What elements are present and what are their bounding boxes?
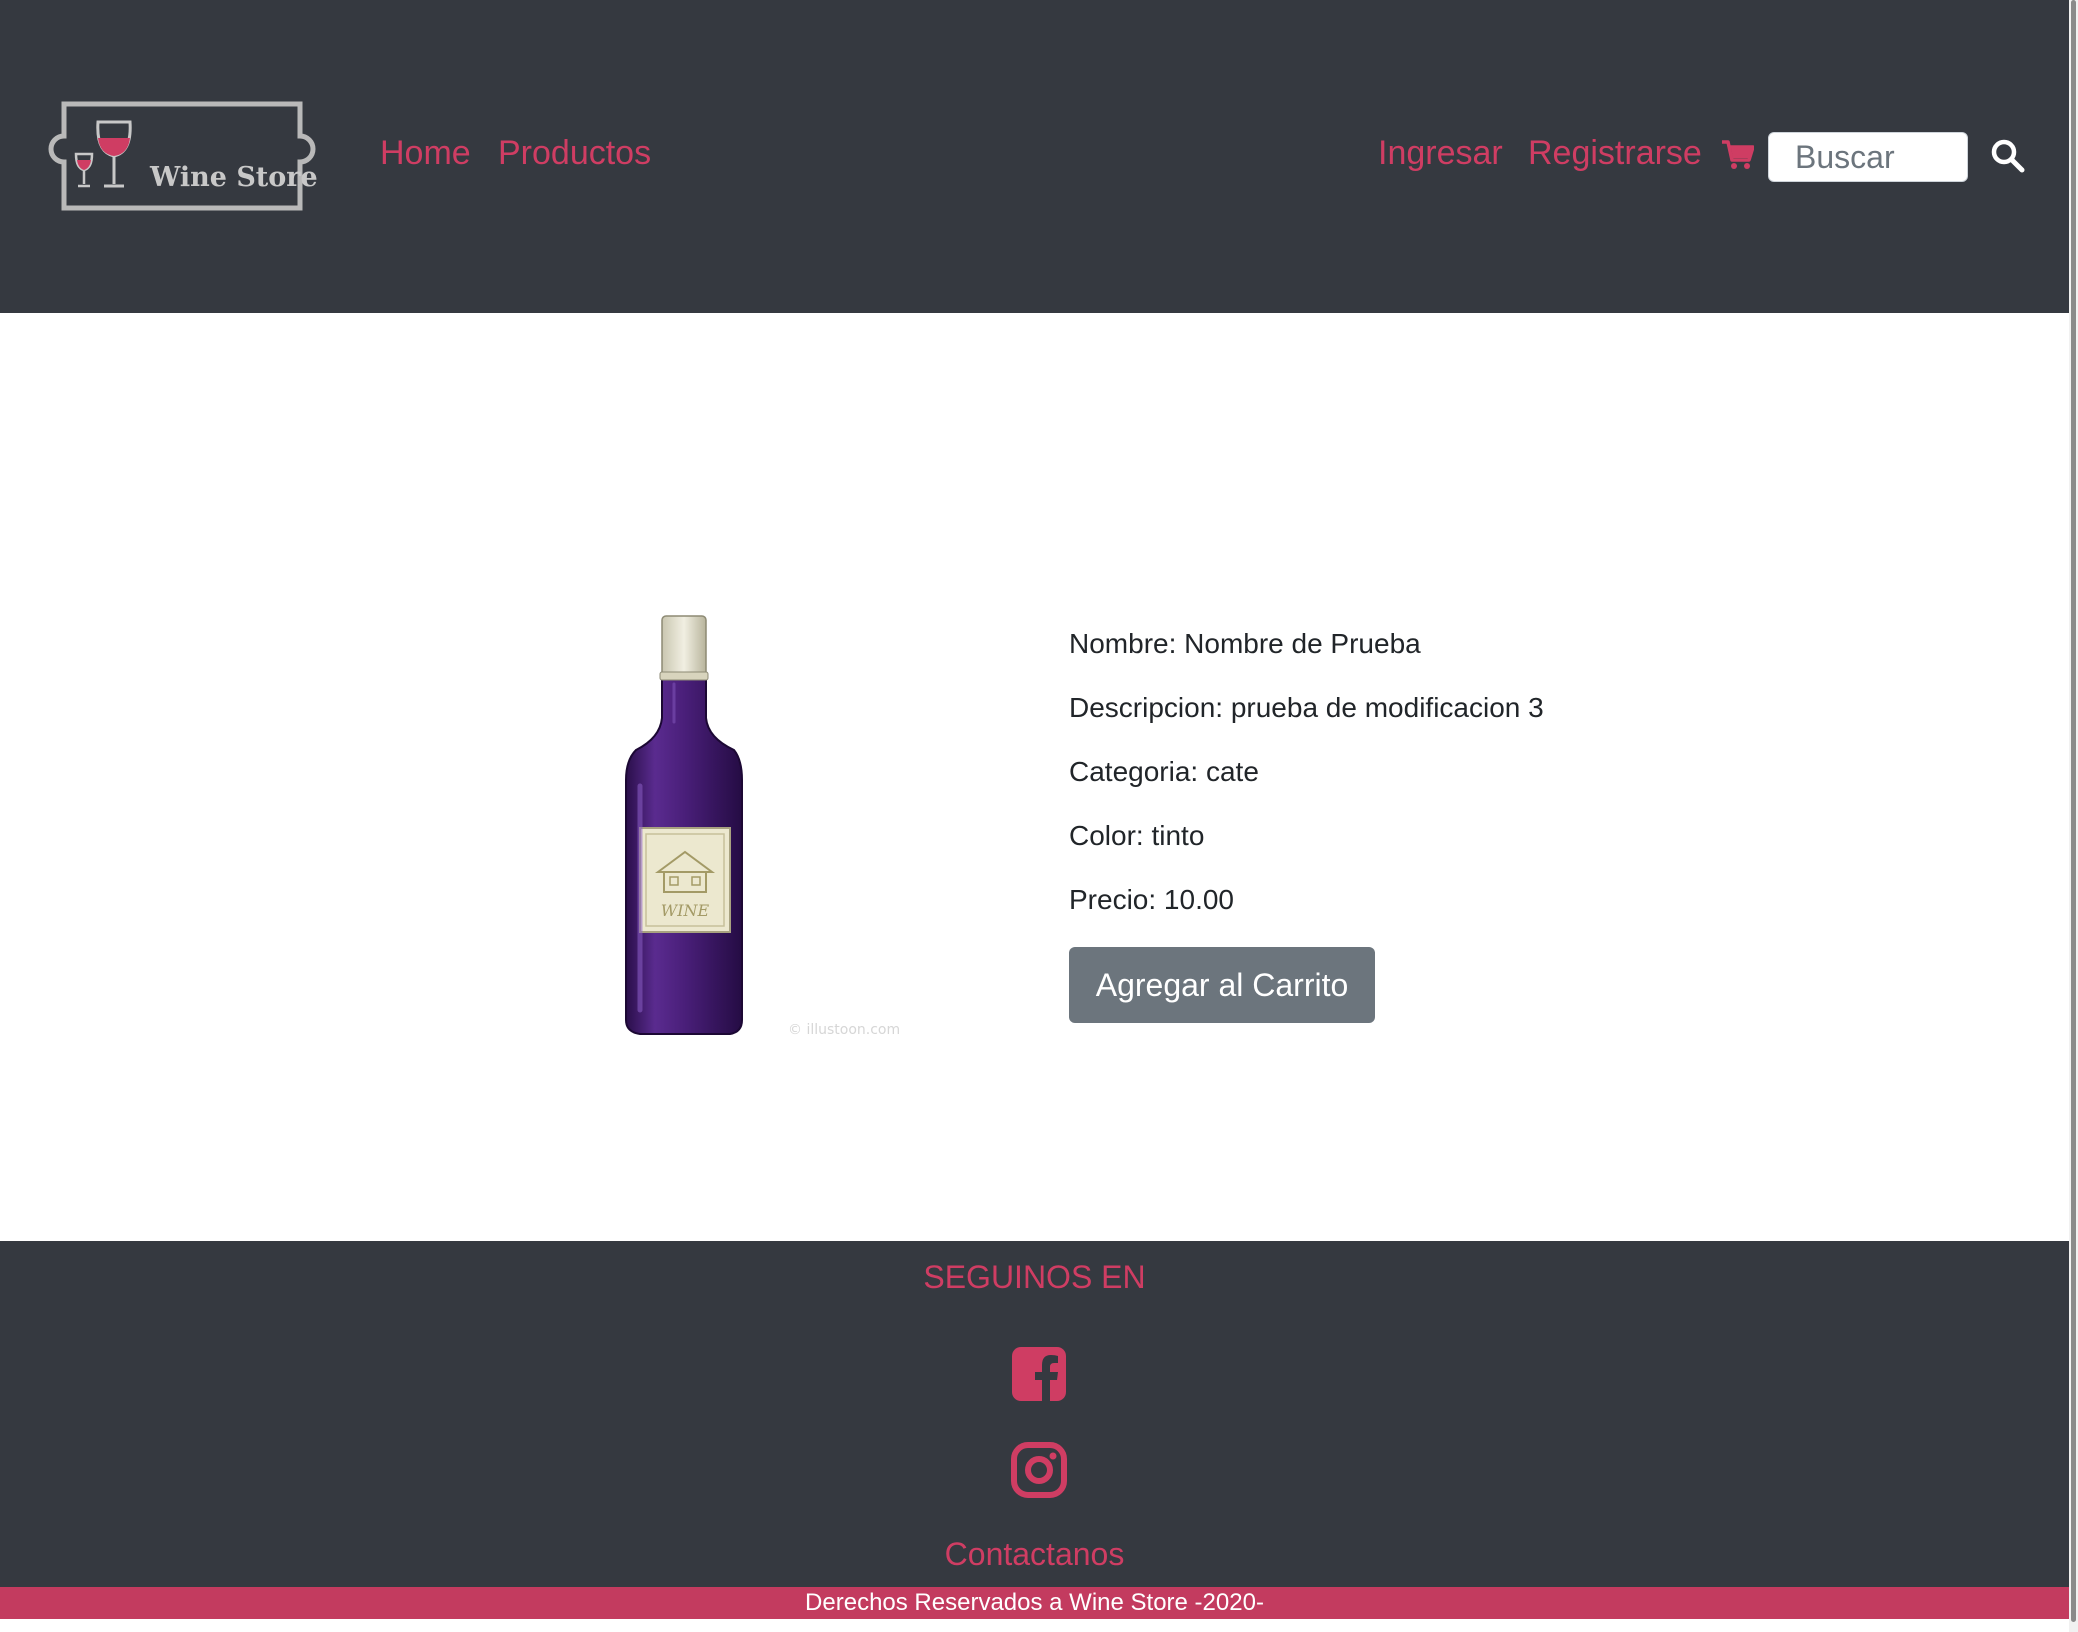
- svg-text:© illustoon.com: © illustoon.com: [788, 1022, 900, 1038]
- product-image-wine-bottle: WINE © illustoon.com: [625, 615, 900, 1038]
- nav-register-link[interactable]: Registrarse: [1528, 134, 1702, 173]
- svg-text:WINE: WINE: [661, 901, 710, 920]
- facebook-icon[interactable]: [1011, 1346, 1067, 1402]
- contact-link[interactable]: Contactanos: [0, 1536, 2069, 1573]
- scrollbar-thumb[interactable]: [2071, 0, 2076, 1622]
- copyright-bar: Derechos Reservados a Wine Store -2020-: [0, 1587, 2069, 1619]
- product-name: Nombre: Nombre de Prueba: [1069, 628, 1421, 659]
- add-to-cart-button[interactable]: Agregar al Carrito: [1069, 947, 1375, 1023]
- product-description: Descripcion: prueba de modificacion 3: [1069, 692, 1544, 723]
- product-category: Categoria: cate: [1069, 756, 1259, 787]
- product-price: Precio: 10.00: [1069, 884, 1234, 915]
- follow-us-heading: SEGUINOS EN: [923, 1259, 1146, 1295]
- search-icon[interactable]: [1990, 138, 2026, 174]
- nav-products-link[interactable]: Productos: [498, 134, 651, 173]
- nav-home-link[interactable]: Home: [380, 134, 471, 173]
- page-scrollbar[interactable]: [2069, 0, 2078, 1632]
- svg-text:Wine Store: Wine Store: [149, 162, 318, 193]
- wine-store-logo[interactable]: Wine Store: [46, 100, 318, 212]
- product-color: Color: tinto: [1069, 820, 1205, 851]
- search-input[interactable]: [1768, 132, 1968, 182]
- bottom-strip: [0, 1619, 2069, 1632]
- shopping-cart-icon[interactable]: [1722, 140, 1754, 170]
- instagram-icon[interactable]: [1011, 1442, 1067, 1498]
- nav-login-link[interactable]: Ingresar: [1378, 134, 1503, 173]
